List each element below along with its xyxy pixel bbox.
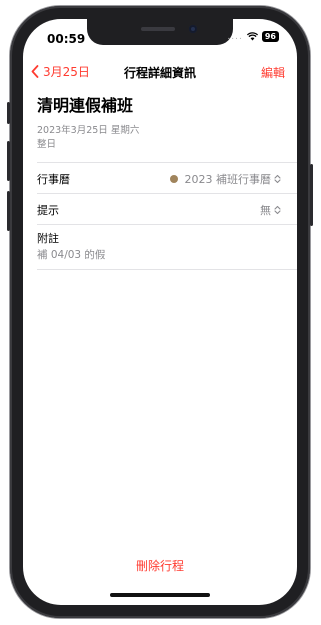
battery-icon: 96	[261, 31, 279, 42]
navigation-bar: 3月25日 行程詳細資訊 編輯	[23, 61, 297, 83]
silent-switch	[7, 102, 10, 124]
calendar-value: 2023 補班行事曆	[169, 171, 282, 187]
notes-row: 附註 補 04/03 的假	[37, 225, 297, 269]
chevron-left-icon	[31, 65, 39, 78]
notes-text: 補 04/03 的假	[37, 249, 106, 261]
wifi-icon	[246, 32, 258, 41]
status-time: 00:59	[47, 32, 86, 46]
chevron-updown-icon	[274, 205, 281, 215]
alert-row[interactable]: 提示 無	[37, 194, 297, 224]
calendar-label: 行事曆	[37, 173, 70, 186]
delete-event-button[interactable]: 刪除行程	[23, 557, 297, 574]
chevron-updown-icon	[274, 174, 281, 184]
divider	[37, 269, 297, 270]
speaker	[141, 27, 175, 31]
status-icons: .... 96	[227, 31, 279, 42]
alert-label: 提示	[37, 204, 59, 217]
calendar-color-dot	[169, 175, 178, 183]
back-button[interactable]: 3月25日	[31, 63, 90, 80]
notch	[87, 19, 233, 45]
volume-up-button	[7, 141, 10, 181]
power-button	[310, 164, 313, 226]
calendar-name: 2023 補班行事曆	[184, 173, 272, 186]
camera	[189, 25, 197, 33]
screen: 00:59 .... 96 3月25日 行程詳細資訊 編輯 清明連假補班 202…	[23, 19, 297, 605]
home-indicator	[110, 593, 210, 597]
back-label: 3月25日	[43, 65, 90, 79]
calendar-row[interactable]: 行事曆 2023 補班行事曆	[37, 163, 297, 193]
signal-dots: ....	[227, 31, 243, 42]
notes-label: 附註	[37, 232, 59, 245]
alert-value: 無	[260, 202, 281, 218]
alert-value-text: 無	[260, 204, 271, 217]
event-all-day: 整日	[37, 139, 57, 150]
volume-down-button	[7, 191, 10, 231]
event-title: 清明連假補班	[37, 96, 134, 115]
event-date: 2023年3月25日 星期六	[37, 125, 140, 136]
edit-button[interactable]: 編輯	[261, 64, 285, 81]
